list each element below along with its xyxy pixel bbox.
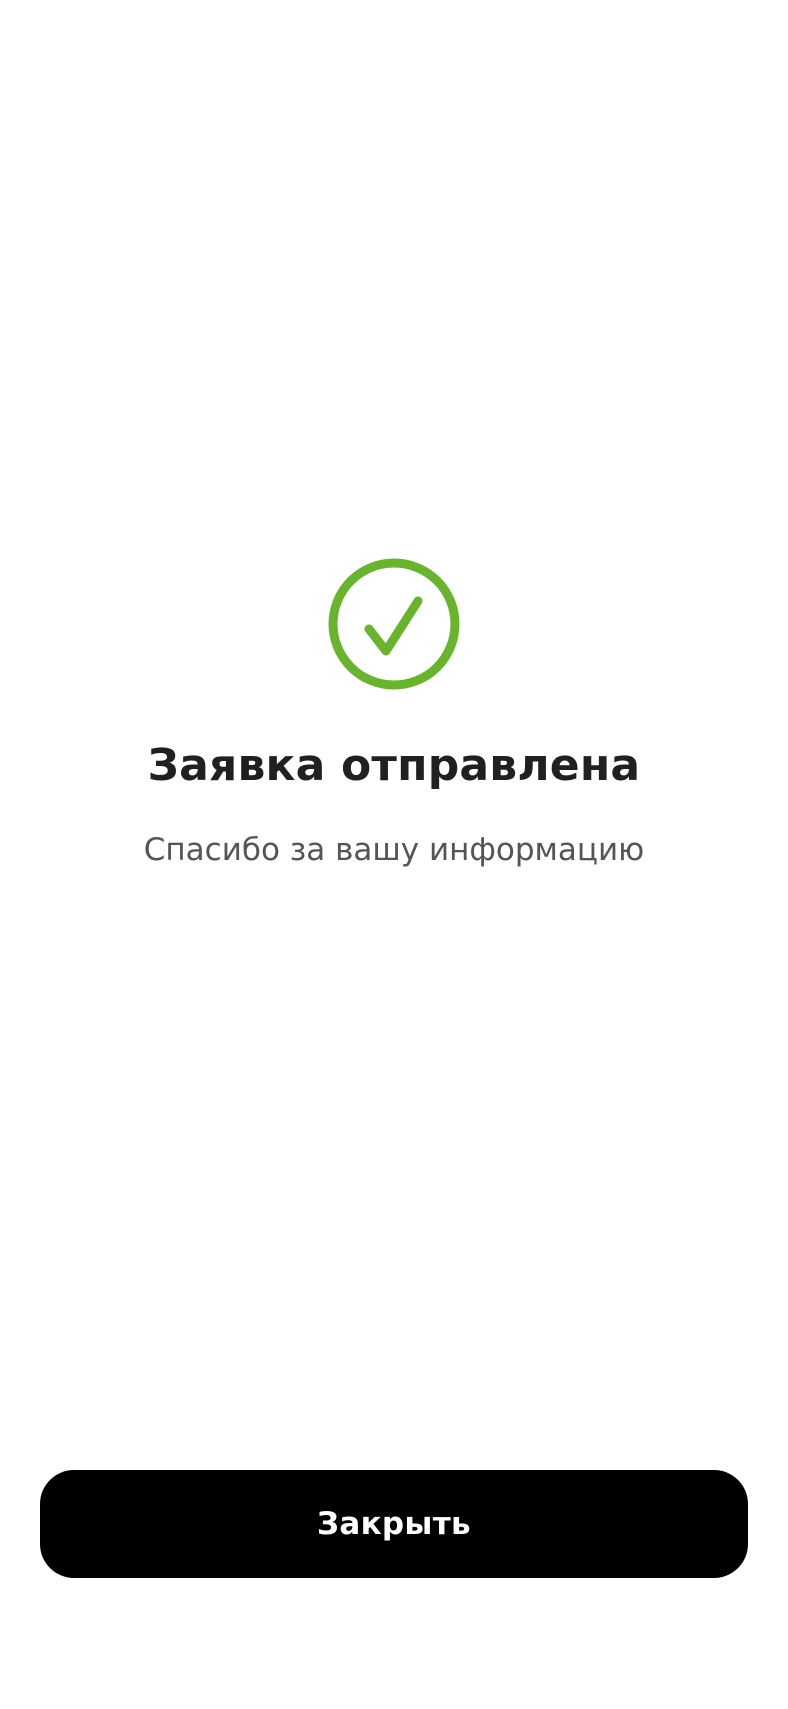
close-button[interactable]: Закрыть — [40, 1470, 748, 1578]
page-subtitle: Спасибо за вашу информацию — [143, 832, 645, 868]
page-title: Заявка отправлена — [147, 740, 641, 791]
check-circle-icon — [328, 558, 460, 690]
close-button-label: Закрыть — [317, 1506, 471, 1542]
